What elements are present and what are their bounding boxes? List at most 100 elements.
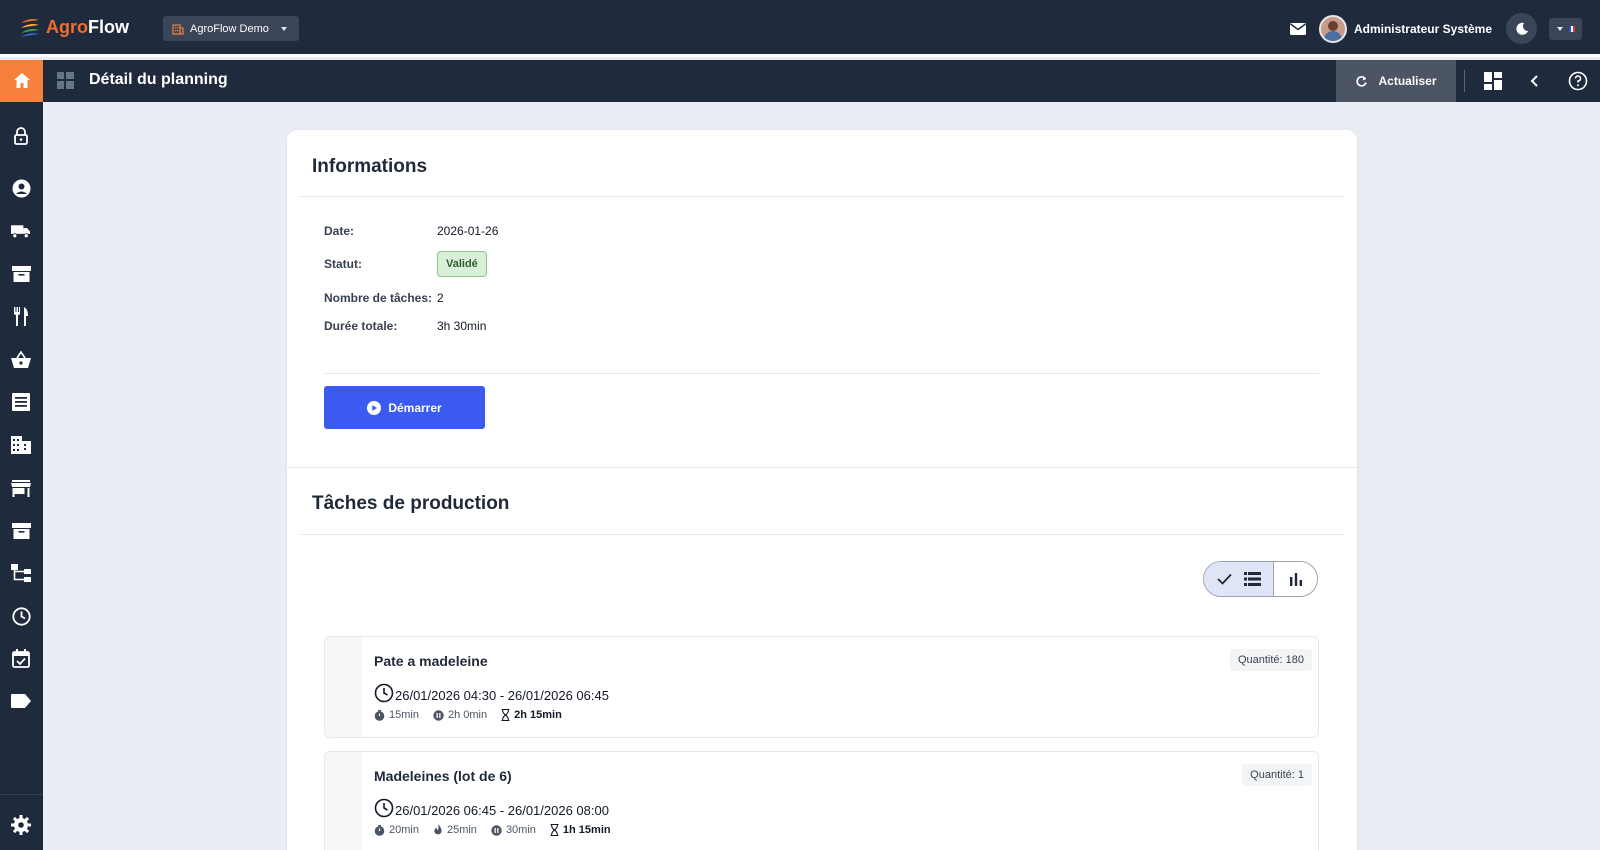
info-row-task-count: Nombre de tâches: 2 [324,291,444,305]
info-row-total-duration: Durée totale: 3h 30min [324,319,486,333]
clock-icon [11,606,31,626]
pause-circle-icon [491,824,502,836]
play-circle-icon [367,400,382,415]
sidebar-item-archive[interactable] [11,264,31,284]
task-time-range: 26/01/2026 06:45 - 26/01/2026 08:00 [374,798,609,818]
sidebar-item-labels[interactable] [11,691,31,711]
total-duration: 2h 15min [501,709,562,721]
sidebar-item-delivery[interactable] [11,221,31,241]
chevron-left-icon [1530,75,1538,87]
divider [300,534,1344,535]
hourglass-icon [501,709,510,721]
user-menu[interactable]: Administrateur Système [1318,14,1492,43]
sidebar-item-sites[interactable] [11,435,31,455]
home-button[interactable] [0,60,43,102]
sidebar-item-history[interactable] [11,606,31,626]
start-button-label: Démarrer [388,400,442,415]
divider [0,794,43,795]
wait-duration: 2h 0min [433,709,487,721]
prep-duration: 15min [374,709,419,721]
sidebar-item-settings[interactable] [11,815,31,835]
chevron-down-icon [1556,26,1563,31]
info-value: 3h 30min [437,319,487,333]
back-button[interactable] [1525,71,1545,91]
sidebar-item-documents[interactable] [11,392,31,412]
archive-icon [11,266,31,282]
sidebar-item-inventory[interactable] [11,521,31,541]
truck-icon [11,225,31,239]
sidebar-item-workflow[interactable] [11,563,31,583]
page-title: Détail du planning [89,71,228,88]
total-duration: 1h 15min [550,824,611,836]
timer-icon [374,709,385,721]
top-bar: AgroFlow AgroFlow Demo Administrateur Sy… [0,0,1600,57]
task-time-text: 26/01/2026 06:45 - 26/01/2026 08:00 [395,803,609,818]
flag-fr-icon [1568,25,1575,32]
chart-view-button[interactable] [1274,562,1317,596]
divider [324,373,1319,374]
refresh-label: Actualiser [1378,74,1437,88]
task-durations: 15min 2h 0min 2h 15min [374,709,562,721]
chevron-down-icon [280,26,287,31]
app-name: AgroFlow [46,16,129,37]
help-button[interactable] [1568,71,1588,91]
info-value: 2026-01-26 [437,224,499,238]
sidebar-item-store[interactable] [11,478,31,498]
task-card[interactable]: Pate a madeleine Quantité: 180 26/01/202… [324,636,1319,738]
grid-layout-icon [1484,72,1502,90]
store-icon [11,479,31,497]
sidebar-item-users[interactable] [11,178,31,198]
task-status-strip [325,752,362,850]
check-icon [1216,573,1232,585]
moon-icon [1515,22,1528,35]
building-icon [11,436,31,454]
planning-detail-card: Informations Date: 2026-01-26 Statut: Va… [287,130,1357,850]
divider [300,196,1344,197]
tag-icon [11,694,31,708]
pause-circle-icon [433,709,444,721]
info-section-title: Informations [312,156,428,177]
view-toggle [1203,561,1318,597]
timer-icon [374,824,385,836]
tasks-section-title: Tâches de production [312,493,510,514]
clock-icon [374,683,394,703]
logo-mark-icon [21,19,39,37]
cooking-duration: 25min [433,824,477,836]
start-button[interactable]: Démarrer [324,386,485,429]
sidebar-item-shop[interactable] [11,349,31,369]
sidebar-item-planning[interactable] [11,648,31,668]
task-card[interactable]: Madeleines (lot de 6) Quantité: 1 26/01/… [324,751,1319,850]
layout-toggle-button[interactable] [1483,71,1503,91]
task-name: Pate a madeleine [374,653,488,669]
gear-icon [11,815,31,835]
divider [287,467,1357,468]
language-select[interactable] [1549,17,1582,40]
list-view-button[interactable] [1204,562,1274,596]
task-name: Madeleines (lot de 6) [374,768,512,784]
refresh-button[interactable]: Actualiser [1336,60,1456,102]
list-alt-icon [12,393,30,411]
list-icon [1243,572,1261,586]
prep-duration: 20min [374,824,419,836]
info-row-date: Date: 2026-01-26 [324,224,498,238]
sidebar-item-recipes[interactable] [11,306,31,326]
clock-icon [374,798,394,818]
mail-icon[interactable] [1289,20,1307,38]
utensils-icon [14,306,28,326]
organization-select[interactable]: AgroFlow Demo [163,16,299,41]
avatar [1318,14,1347,43]
divider [1464,70,1465,92]
theme-toggle-button[interactable] [1506,13,1537,44]
info-row-status: Statut: Validé [324,251,487,277]
app-logo[interactable]: AgroFlow [18,15,129,39]
task-time-range: 26/01/2026 04:30 - 26/01/2026 06:45 [374,683,609,703]
task-time-text: 26/01/2026 04:30 - 26/01/2026 06:45 [395,688,609,703]
info-label: Date: [324,224,355,238]
task-status-strip [325,637,362,737]
user-circle-icon [12,179,30,197]
building-icon [172,23,184,35]
flame-icon [434,824,442,835]
organization-select-label: AgroFlow Demo [190,22,269,35]
sidebar-item-security[interactable] [11,126,31,146]
info-label: Statut: [324,257,362,271]
